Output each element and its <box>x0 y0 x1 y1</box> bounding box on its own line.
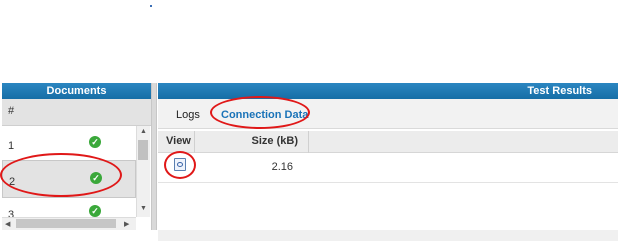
check-circle-icon: ✓ <box>89 205 101 217</box>
check-circle-icon: ✓ <box>89 136 101 148</box>
scroll-down-arrow-icon[interactable]: ▼ <box>140 205 147 212</box>
vertical-scroll-thumb[interactable] <box>138 140 148 160</box>
document-row-3[interactable]: 3 ✓ <box>2 198 136 217</box>
column-divider <box>308 131 309 153</box>
horizontal-scroll-thumb[interactable] <box>16 219 116 228</box>
documents-column-header[interactable]: # <box>2 99 151 126</box>
scroll-right-arrow-icon[interactable]: ▶ <box>124 220 129 228</box>
document-number: 1 <box>8 140 15 152</box>
tab-logs[interactable]: Logs <box>176 109 200 121</box>
results-grid-header <box>158 131 618 153</box>
annotation-circle-view-icon <box>164 151 196 179</box>
documents-panel-header: Documents <box>2 83 151 99</box>
annotation-circle-connection-tab <box>210 96 310 129</box>
scroll-left-arrow-icon[interactable]: ◀ <box>5 220 10 228</box>
scroll-up-arrow-icon[interactable]: ▲ <box>140 128 147 135</box>
column-header-number: # <box>8 105 15 117</box>
size-value: 2.16 <box>271 161 293 173</box>
annotation-circle-row-2 <box>0 153 122 197</box>
document-number: 3 <box>8 209 15 217</box>
column-header-view[interactable]: View <box>166 135 191 147</box>
column-divider <box>194 131 195 153</box>
column-header-size[interactable]: Size (kB) <box>228 135 298 147</box>
test-results-panel-header: Test Results <box>158 83 618 99</box>
bottom-bar <box>158 230 618 241</box>
stray-dot <box>150 5 152 7</box>
panel-splitter[interactable] <box>151 83 157 230</box>
results-row <box>158 153 618 183</box>
